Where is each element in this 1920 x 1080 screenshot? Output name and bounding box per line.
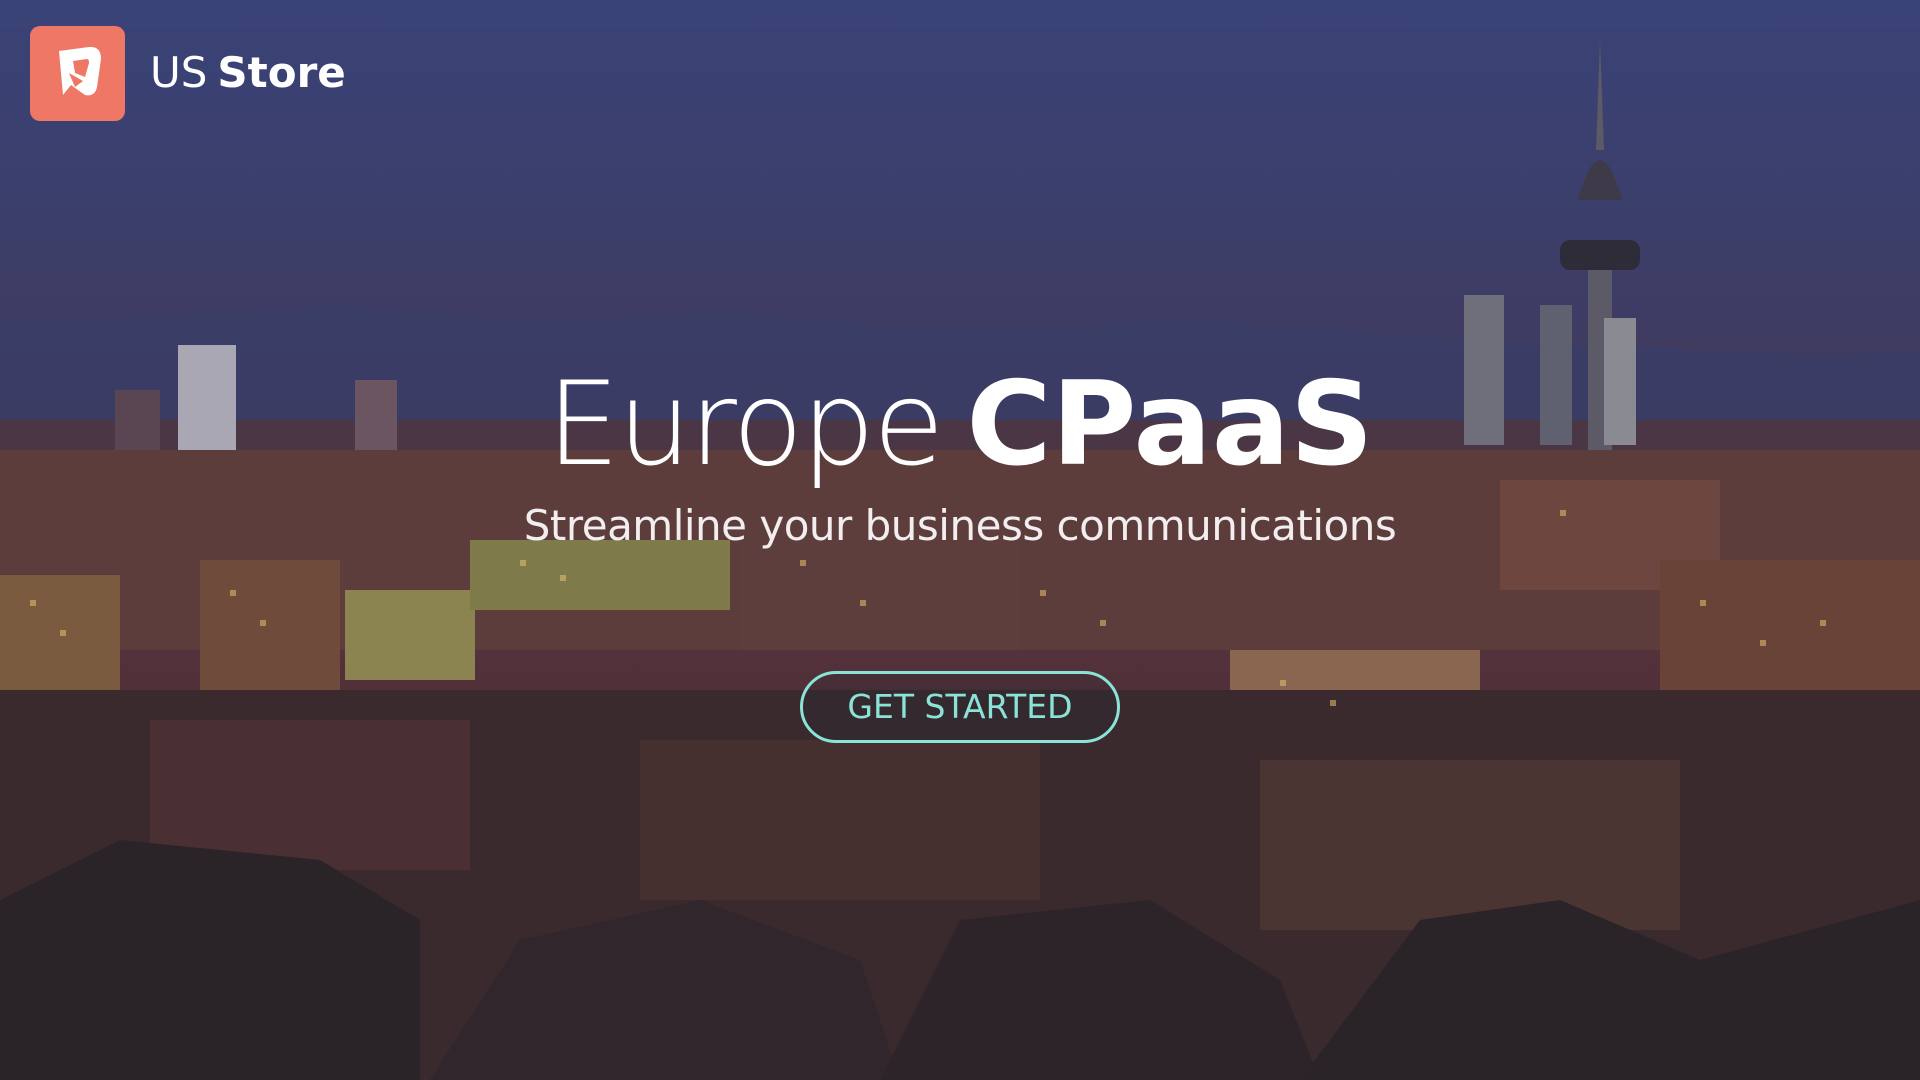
get-started-button[interactable]: GET STARTED <box>800 671 1120 743</box>
brand-name-light: US <box>150 48 208 97</box>
store-logo-icon <box>58 46 101 95</box>
brand-name-bold: Store <box>217 48 346 97</box>
headline-light: Europe <box>546 357 944 492</box>
store-logo[interactable] <box>30 26 125 121</box>
brand-name[interactable]: US Store <box>150 47 346 99</box>
hero-subheadline: Streamline your business communications <box>523 501 1397 550</box>
hero-section: US Store Europe CPaaS Streamline your busi… <box>0 0 1920 1080</box>
hero-headline: Europe CPaaS <box>0 360 1920 490</box>
headline-bold: CPaaS <box>966 357 1374 492</box>
